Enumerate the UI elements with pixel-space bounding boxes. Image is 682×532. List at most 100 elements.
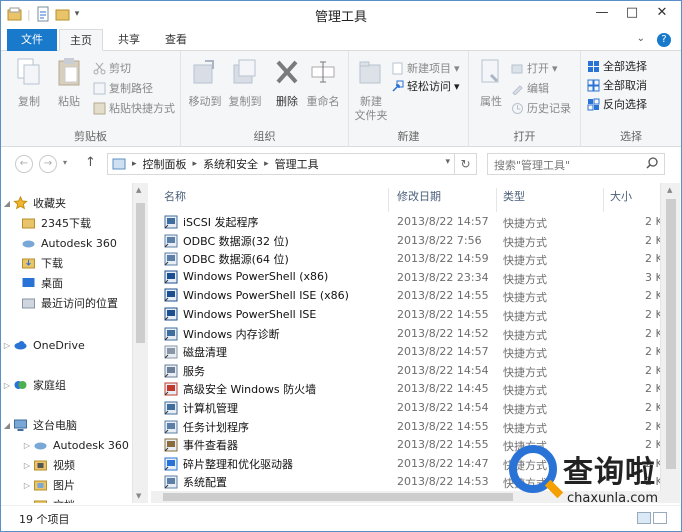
rename-button[interactable]: 重命名 [303, 57, 343, 109]
recent-locations-icon[interactable]: ▾ [63, 158, 67, 167]
open-dropdown-icon: ▾ [552, 61, 558, 75]
file-name-cell: 高级安全 Windows 防火墙 [164, 381, 316, 397]
refresh-icon[interactable]: ↻ [454, 154, 476, 174]
search-icon[interactable] [646, 157, 658, 169]
file-type: 快捷方式 [503, 291, 547, 305]
new-item-button[interactable]: 新建项目 ▾ [391, 59, 460, 77]
nav-item-recent-places[interactable]: 最近访问的位置 [21, 293, 118, 313]
nav-item-downloads[interactable]: 下载 [21, 253, 63, 273]
nav-homegroup[interactable]: ▷ 家庭组 [1, 375, 66, 395]
easy-access-button[interactable]: 轻松访问 ▾ [391, 77, 460, 95]
nav-item-2345-download[interactable]: 2345下载 [21, 213, 91, 233]
copy-label: 复制 [18, 95, 40, 108]
invert-selection-button[interactable]: 反向选择 [587, 95, 647, 113]
scroll-down-arrow-icon[interactable]: ▼ [136, 492, 141, 500]
paste-button[interactable]: 粘贴 [49, 57, 89, 109]
file-row[interactable]: 计算机管理 2013/8/22 14:54 快捷方式 2 K [151, 399, 663, 417]
file-row[interactable]: 磁盘清理 2013/8/22 14:57 快捷方式 2 K [151, 343, 663, 361]
file-row[interactable]: 任务计划程序 2013/8/22 14:55 快捷方式 2 K [151, 418, 663, 436]
file-row[interactable]: Windows PowerShell ISE (x86) 2013/8/22 14… [151, 287, 663, 305]
back-button[interactable]: ← [15, 155, 33, 173]
file-type: 快捷方式 [503, 384, 547, 398]
select-none-button[interactable]: 全部取消 [587, 76, 647, 94]
breadcrumb-control-panel[interactable]: 控制面板 [143, 156, 187, 172]
file-name: 系统配置 [183, 476, 227, 490]
delete-button[interactable]: 删除 [267, 57, 307, 109]
copy-to-button[interactable]: 复制到 [225, 57, 265, 109]
expand-chevron-icon[interactable]: ▷ [21, 481, 33, 490]
shortcut-file-icon [164, 457, 178, 471]
copy-path-button[interactable]: 复制路径 [93, 79, 153, 97]
open-button[interactable]: 打开 ▾ [511, 59, 558, 77]
scroll-up-arrow-icon[interactable]: ▲ [136, 186, 141, 194]
scroll-up-arrow-icon[interactable]: ▲ [667, 186, 672, 194]
select-all-button[interactable]: 全部选择 [587, 57, 647, 75]
breadcrumb-system-security[interactable]: 系统和安全 [203, 156, 258, 172]
column-divider[interactable] [496, 188, 497, 212]
file-row[interactable]: iSCSI 发起程序 2013/8/22 14:57 快捷方式 2 K [151, 213, 663, 231]
file-row[interactable]: ODBC 数据源(64 位) 2013/8/22 14:59 快捷方式 2 K [151, 250, 663, 268]
column-header-size[interactable]: 大小 [610, 188, 632, 204]
file-row[interactable]: Windows PowerShell ISE 2013/8/22 14:55 快捷方… [151, 306, 663, 324]
tab-view[interactable]: 查看 [156, 29, 196, 51]
nav-pc-videos[interactable]: ▷ 视频 [21, 455, 75, 475]
up-arrow-icon[interactable]: ↑ [85, 155, 96, 170]
move-to-button[interactable]: 移动到 [185, 57, 225, 109]
maximize-button[interactable]: □ [617, 1, 647, 23]
new-folder-button[interactable]: 新建 文件夹 [351, 57, 391, 123]
horizontal-scroll-thumb[interactable] [163, 493, 513, 501]
edit-button[interactable]: 编辑 [511, 79, 549, 97]
ribbon-collapse-icon[interactable]: ⌄ [637, 33, 645, 44]
column-header-date[interactable]: 修改日期 [397, 188, 441, 204]
file-list-scroll-thumb[interactable] [666, 199, 676, 469]
file-row[interactable]: Windows 内存诊断 2013/8/22 14:52 快捷方式 2 K [151, 325, 663, 343]
expand-chevron-icon[interactable]: ▷ [1, 381, 13, 390]
nav-pc-autodesk-360[interactable]: ▷ Autodesk 360 [21, 435, 129, 455]
file-row[interactable]: 服务 2013/8/22 14:54 快捷方式 2 K [151, 362, 663, 380]
nav-pc-documents[interactable]: ▷ 文档 [21, 495, 75, 503]
expand-chevron-icon[interactable]: ▷ [21, 501, 33, 504]
cut-button[interactable]: 剪切 [93, 59, 131, 77]
expand-chevron-icon[interactable]: ▷ [21, 461, 33, 470]
search-box[interactable]: 搜索"管理工具" [487, 153, 665, 175]
collapse-chevron-icon[interactable]: ◢ [1, 199, 13, 208]
history-button[interactable]: 历史记录 [511, 99, 571, 117]
tab-home[interactable]: 主页 [59, 29, 103, 51]
file-row[interactable]: 高级安全 Windows 防火墙 2013/8/22 14:45 快捷方式 2 K [151, 380, 663, 398]
column-divider[interactable] [388, 188, 389, 212]
expand-chevron-icon[interactable]: ▷ [1, 341, 13, 350]
column-divider[interactable] [603, 188, 604, 212]
forward-button[interactable]: → [39, 155, 57, 173]
paste-shortcut-icon [93, 102, 106, 114]
properties-button[interactable]: 属性 [471, 57, 511, 109]
nav-item-autodesk-360[interactable]: Autodesk 360 [21, 233, 117, 253]
nav-pane-scrollbar[interactable]: ▲ ▼ [132, 183, 148, 503]
file-name-cell: iSCSI 发起程序 [164, 214, 258, 230]
column-header-type[interactable]: 类型 [503, 188, 525, 204]
nav-this-pc[interactable]: ◢ 这台电脑 [1, 415, 77, 435]
file-row[interactable]: ODBC 数据源(32 位) 2013/8/22 7:56 快捷方式 2 K [151, 232, 663, 250]
help-button[interactable]: ? [657, 33, 671, 47]
file-date: 2013/8/22 14:54 [397, 363, 489, 377]
nav-onedrive[interactable]: ▷ OneDrive [1, 335, 85, 355]
nav-item-desktop[interactable]: 桌面 [21, 273, 63, 293]
nav-favorites[interactable]: ◢ 收藏夹 [1, 193, 66, 213]
tab-file[interactable]: 文件 [7, 29, 57, 51]
explorer-window: | ▾ 管理工具 — □ ✕ 文件 主页 共享 查看 ⌄ ? 复制 粘贴 剪切 … [0, 0, 682, 532]
nav-pane-scroll-thumb[interactable] [136, 203, 145, 343]
nav-pc-pictures[interactable]: ▷ 图片 [21, 475, 75, 495]
minimize-button[interactable]: — [587, 1, 617, 23]
copy-button[interactable]: 复制 [9, 57, 49, 109]
file-row[interactable]: Windows PowerShell (x86) 2013/8/22 23:34 快… [151, 269, 663, 287]
file-name-cell: 计算机管理 [164, 400, 238, 416]
collapse-chevron-icon[interactable]: ◢ [1, 421, 13, 430]
address-dropdown-icon[interactable]: ▾ [445, 157, 450, 167]
close-button[interactable]: ✕ [647, 1, 677, 23]
column-header-name[interactable]: 名称 [164, 188, 186, 204]
group-organize-label: 组织 [253, 130, 276, 143]
expand-chevron-icon[interactable]: ▷ [21, 441, 33, 450]
breadcrumb-admin-tools[interactable]: 管理工具 [275, 156, 319, 172]
tab-share[interactable]: 共享 [109, 29, 149, 51]
paste-shortcut-button[interactable]: 粘贴快捷方式 [93, 99, 175, 117]
address-bar[interactable]: ▸ 控制面板 ▸ 系统和安全 ▸ 管理工具 ▾ ↻ [107, 153, 477, 175]
